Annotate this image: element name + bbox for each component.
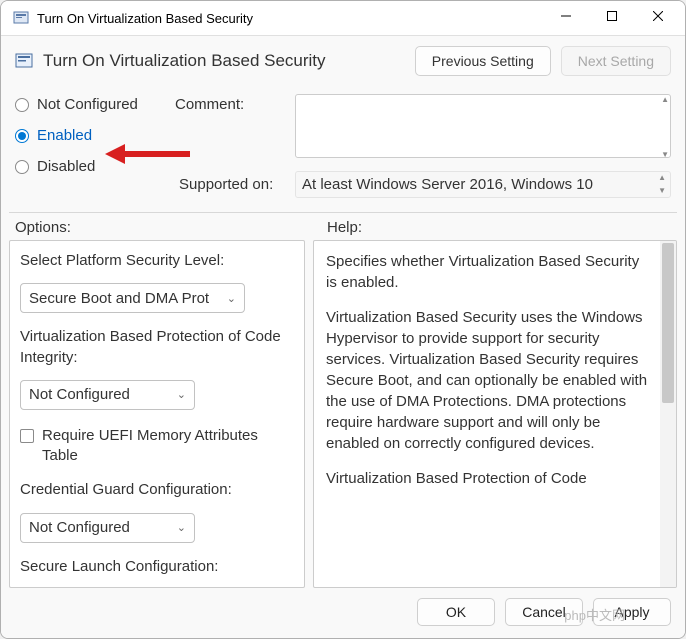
policy-icon xyxy=(15,52,33,70)
help-pane: Specifies whether Virtualization Based S… xyxy=(313,240,677,588)
cancel-button[interactable]: Cancel xyxy=(505,598,583,626)
platform-security-dropdown[interactable]: Secure Boot and DMA Prot ⌄ xyxy=(20,283,245,313)
checkbox-icon xyxy=(20,429,34,443)
dialog-window: Turn On Virtualization Based Security Tu… xyxy=(0,0,686,639)
supported-on-text: At least Windows Server 2016, Windows 10 xyxy=(302,176,593,193)
supported-on-label: Supported on: xyxy=(15,176,281,193)
help-text: Specifies whether Virtualization Based S… xyxy=(326,251,664,293)
panes: Select Platform Security Level: Secure B… xyxy=(1,240,685,588)
radio-enabled[interactable]: Enabled xyxy=(15,127,175,144)
dialog-footer: OK Cancel Apply php中文网 xyxy=(1,588,685,638)
maximize-button[interactable] xyxy=(589,1,635,31)
chevron-down-icon: ⌄ xyxy=(227,292,236,305)
scrollbar[interactable] xyxy=(660,241,676,587)
secure-launch-label: Secure Launch Configuration: xyxy=(20,557,294,577)
divider xyxy=(9,212,677,213)
close-button[interactable] xyxy=(635,1,681,31)
titlebar: Turn On Virtualization Based Security xyxy=(1,1,685,35)
radio-label: Enabled xyxy=(37,127,92,144)
dropdown-value: Not Configured xyxy=(29,386,130,403)
dropdown-value: Secure Boot and DMA Prot xyxy=(29,290,209,307)
options-header: Options: xyxy=(15,219,317,236)
scroll-up-icon[interactable]: ▲ xyxy=(661,96,669,104)
help-header: Help: xyxy=(317,219,671,236)
window-controls xyxy=(543,1,681,35)
dialog-content: Turn On Virtualization Based Security Pr… xyxy=(1,35,685,638)
credential-guard-dropdown[interactable]: Not Configured ⌄ xyxy=(20,513,195,543)
state-radio-group: Not Configured Enabled Disabled xyxy=(15,94,175,175)
options-pane: Select Platform Security Level: Secure B… xyxy=(9,240,305,588)
comment-textarea[interactable] xyxy=(295,94,671,158)
policy-title: Turn On Virtualization Based Security xyxy=(43,51,405,71)
scrollbar-thumb[interactable] xyxy=(662,243,674,403)
uefi-checkbox-row[interactable]: Require UEFI Memory Attributes Table xyxy=(20,426,294,467)
top-settings-grid: Not Configured Enabled Disabled Comment:… xyxy=(1,88,685,202)
dropdown-value: Not Configured xyxy=(29,519,130,536)
scroll-up-icon[interactable]: ▲ xyxy=(658,174,666,182)
chevron-down-icon: ⌄ xyxy=(177,388,186,401)
next-setting-button: Next Setting xyxy=(561,46,671,76)
vbpci-dropdown[interactable]: Not Configured ⌄ xyxy=(20,380,195,410)
scroll-down-icon[interactable]: ▼ xyxy=(661,151,669,159)
radio-icon xyxy=(15,98,29,112)
checkbox-label: Require UEFI Memory Attributes Table xyxy=(42,426,294,467)
supported-on-value: At least Windows Server 2016, Windows 10… xyxy=(295,171,671,198)
credential-guard-label: Credential Guard Configuration: xyxy=(20,480,294,500)
window-title: Turn On Virtualization Based Security xyxy=(37,11,543,26)
previous-setting-button[interactable]: Previous Setting xyxy=(415,46,551,76)
scroll-down-icon[interactable]: ▼ xyxy=(658,187,666,195)
platform-security-label: Select Platform Security Level: xyxy=(20,251,294,271)
comment-label: Comment: xyxy=(175,94,295,113)
help-text: Virtualization Based Security uses the W… xyxy=(326,307,664,454)
ok-button[interactable]: OK xyxy=(417,598,495,626)
vbpci-label: Virtualization Based Protection of Code … xyxy=(20,327,294,368)
app-icon xyxy=(13,10,29,26)
chevron-down-icon: ⌄ xyxy=(177,521,186,534)
radio-label: Not Configured xyxy=(37,96,138,113)
radio-icon xyxy=(15,129,29,143)
help-text: Virtualization Based Protection of Code xyxy=(326,468,664,489)
comment-field-wrap: ▲ ▼ xyxy=(295,94,671,161)
radio-not-configured[interactable]: Not Configured xyxy=(15,96,175,113)
header-row: Turn On Virtualization Based Security Pr… xyxy=(1,36,685,88)
apply-button[interactable]: Apply xyxy=(593,598,671,626)
panes-header: Options: Help: xyxy=(1,219,685,240)
minimize-button[interactable] xyxy=(543,1,589,31)
